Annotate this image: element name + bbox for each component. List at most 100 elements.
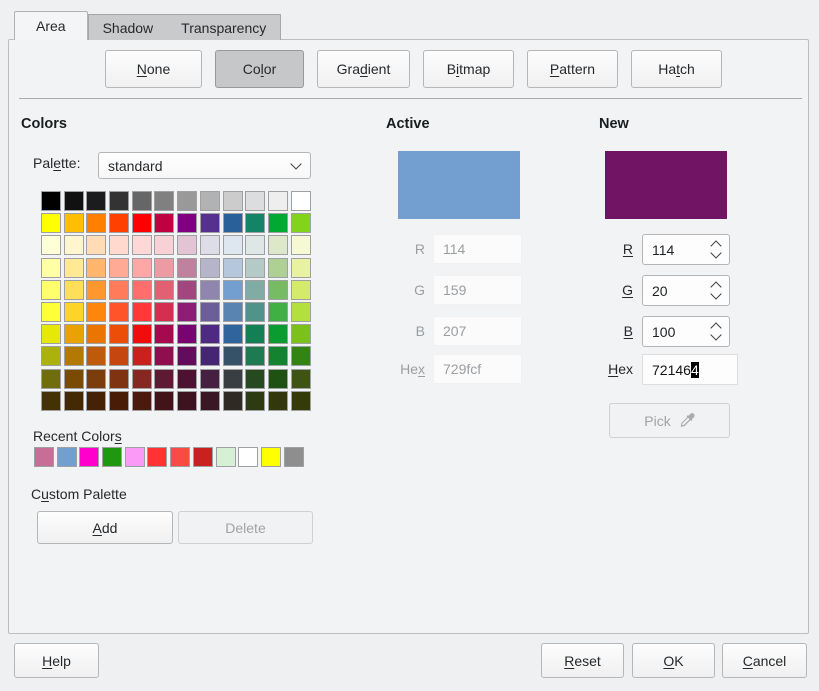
palette-swatch[interactable] [154, 324, 174, 344]
recent-swatch[interactable] [57, 447, 77, 467]
palette-swatch[interactable] [64, 369, 84, 389]
palette-swatch[interactable] [177, 191, 197, 211]
palette-swatch[interactable] [268, 235, 288, 255]
palette-swatch[interactable] [245, 191, 265, 211]
palette-swatch[interactable] [86, 213, 106, 233]
palette-swatch[interactable] [132, 369, 152, 389]
palette-swatch[interactable] [177, 324, 197, 344]
palette-swatch[interactable] [200, 191, 220, 211]
palette-swatch[interactable] [291, 280, 311, 300]
palette-swatch[interactable] [109, 213, 129, 233]
palette-swatch[interactable] [41, 280, 61, 300]
palette-swatch[interactable] [64, 191, 84, 211]
palette-swatch[interactable] [41, 391, 61, 411]
recent-swatch[interactable] [284, 447, 304, 467]
spinner-arrows-icon[interactable] [712, 324, 720, 339]
palette-swatch[interactable] [132, 302, 152, 322]
palette-swatch[interactable] [109, 302, 129, 322]
palette-swatch[interactable] [177, 235, 197, 255]
palette-swatch[interactable] [200, 302, 220, 322]
palette-swatch[interactable] [268, 346, 288, 366]
help-button[interactable]: Help [14, 643, 99, 678]
palette-swatch[interactable] [245, 302, 265, 322]
palette-swatch[interactable] [291, 369, 311, 389]
palette-swatch[interactable] [109, 324, 129, 344]
pick-button[interactable]: Pick [609, 403, 730, 438]
palette-swatch[interactable] [177, 302, 197, 322]
palette-swatch[interactable] [64, 346, 84, 366]
palette-swatch[interactable] [132, 191, 152, 211]
palette-swatch[interactable] [64, 235, 84, 255]
palette-swatch[interactable] [268, 302, 288, 322]
palette-swatch[interactable] [245, 369, 265, 389]
recent-swatch[interactable] [79, 447, 99, 467]
palette-select[interactable]: standard [98, 152, 311, 179]
gradient-button[interactable]: Gradient [317, 50, 410, 88]
palette-swatch[interactable] [223, 302, 243, 322]
palette-swatch[interactable] [41, 235, 61, 255]
palette-swatch[interactable] [223, 346, 243, 366]
palette-swatch[interactable] [291, 346, 311, 366]
palette-swatch[interactable] [64, 258, 84, 278]
palette-swatch[interactable] [291, 324, 311, 344]
recent-swatch[interactable] [170, 447, 190, 467]
palette-swatch[interactable] [64, 302, 84, 322]
palette-swatch[interactable] [223, 191, 243, 211]
palette-swatch[interactable] [245, 280, 265, 300]
palette-swatch[interactable] [154, 302, 174, 322]
palette-swatch[interactable] [177, 369, 197, 389]
palette-swatch[interactable] [245, 324, 265, 344]
palette-swatch[interactable] [41, 346, 61, 366]
palette-swatch[interactable] [268, 280, 288, 300]
palette-swatch[interactable] [154, 235, 174, 255]
palette-swatch[interactable] [41, 369, 61, 389]
palette-swatch[interactable] [64, 324, 84, 344]
palette-swatch[interactable] [223, 258, 243, 278]
palette-swatch[interactable] [64, 280, 84, 300]
palette-swatch[interactable] [154, 191, 174, 211]
palette-swatch[interactable] [291, 235, 311, 255]
pattern-button[interactable]: Pattern [527, 50, 618, 88]
palette-swatch[interactable] [223, 235, 243, 255]
recent-swatch[interactable] [102, 447, 122, 467]
palette-swatch[interactable] [86, 324, 106, 344]
palette-swatch[interactable] [291, 391, 311, 411]
add-button[interactable]: Add [37, 511, 173, 544]
palette-swatch[interactable] [291, 302, 311, 322]
palette-swatch[interactable] [109, 369, 129, 389]
palette-swatch[interactable] [109, 258, 129, 278]
palette-swatch[interactable] [132, 258, 152, 278]
hatch-button[interactable]: Hatch [631, 50, 722, 88]
palette-swatch[interactable] [268, 391, 288, 411]
recent-swatch[interactable] [34, 447, 54, 467]
reset-button[interactable]: Reset [541, 643, 624, 678]
palette-swatch[interactable] [200, 369, 220, 389]
palette-swatch[interactable] [177, 213, 197, 233]
palette-swatch[interactable] [268, 369, 288, 389]
palette-swatch[interactable] [154, 213, 174, 233]
palette-swatch[interactable] [291, 191, 311, 211]
palette-swatch[interactable] [86, 391, 106, 411]
recent-swatch[interactable] [216, 447, 236, 467]
palette-swatch[interactable] [132, 324, 152, 344]
palette-swatch[interactable] [154, 258, 174, 278]
recent-swatch[interactable] [147, 447, 167, 467]
palette-swatch[interactable] [154, 391, 174, 411]
tab-transparency[interactable]: Transparency [167, 15, 280, 40]
cancel-button[interactable]: Cancel [722, 643, 807, 678]
spinner-arrows-icon[interactable] [712, 283, 720, 298]
palette-swatch[interactable] [154, 346, 174, 366]
ok-button[interactable]: OK [632, 643, 715, 678]
palette-swatch[interactable] [86, 369, 106, 389]
palette-swatch[interactable] [41, 191, 61, 211]
palette-swatch[interactable] [177, 346, 197, 366]
palette-swatch[interactable] [200, 391, 220, 411]
palette-swatch[interactable] [200, 346, 220, 366]
palette-swatch[interactable] [86, 191, 106, 211]
palette-swatch[interactable] [223, 213, 243, 233]
palette-swatch[interactable] [268, 258, 288, 278]
new-r-spinner[interactable]: 114 [642, 234, 730, 265]
delete-button[interactable]: Delete [178, 511, 313, 544]
palette-swatch[interactable] [177, 391, 197, 411]
palette-swatch[interactable] [109, 391, 129, 411]
